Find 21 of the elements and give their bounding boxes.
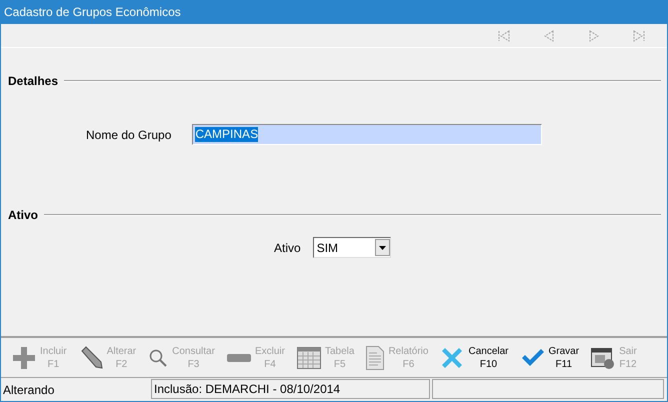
group-name-field[interactable]: CAMPINAS [192,124,542,145]
document-icon [366,346,384,370]
table-icon [296,346,321,368]
search-icon [148,348,168,368]
status-text: Alterando [3,382,54,398]
pencil-icon [78,346,103,370]
field-label: Ativo [274,240,301,256]
status-panel: Inclusão: DEMARCHI - 08/10/2014 [151,379,430,399]
toolbar-button[interactable]: Cancelar F10 [437,340,512,374]
window-gear-icon [591,346,616,370]
section-title: Detalhes [8,73,58,90]
window-title: Cadastro de Grupos Econômicos [4,4,181,21]
checkmark-icon [520,348,544,368]
minus-icon [226,354,251,362]
field-value: CAMPINAS [195,127,258,142]
field-label: Nome do Grupo [86,126,172,144]
toolbar-button[interactable]: Gravar F11 [518,340,582,374]
plus-icon [12,346,36,370]
status-dropdown[interactable]: SIM [312,237,391,258]
section-title: Ativo [8,207,38,224]
close-icon [440,346,464,370]
